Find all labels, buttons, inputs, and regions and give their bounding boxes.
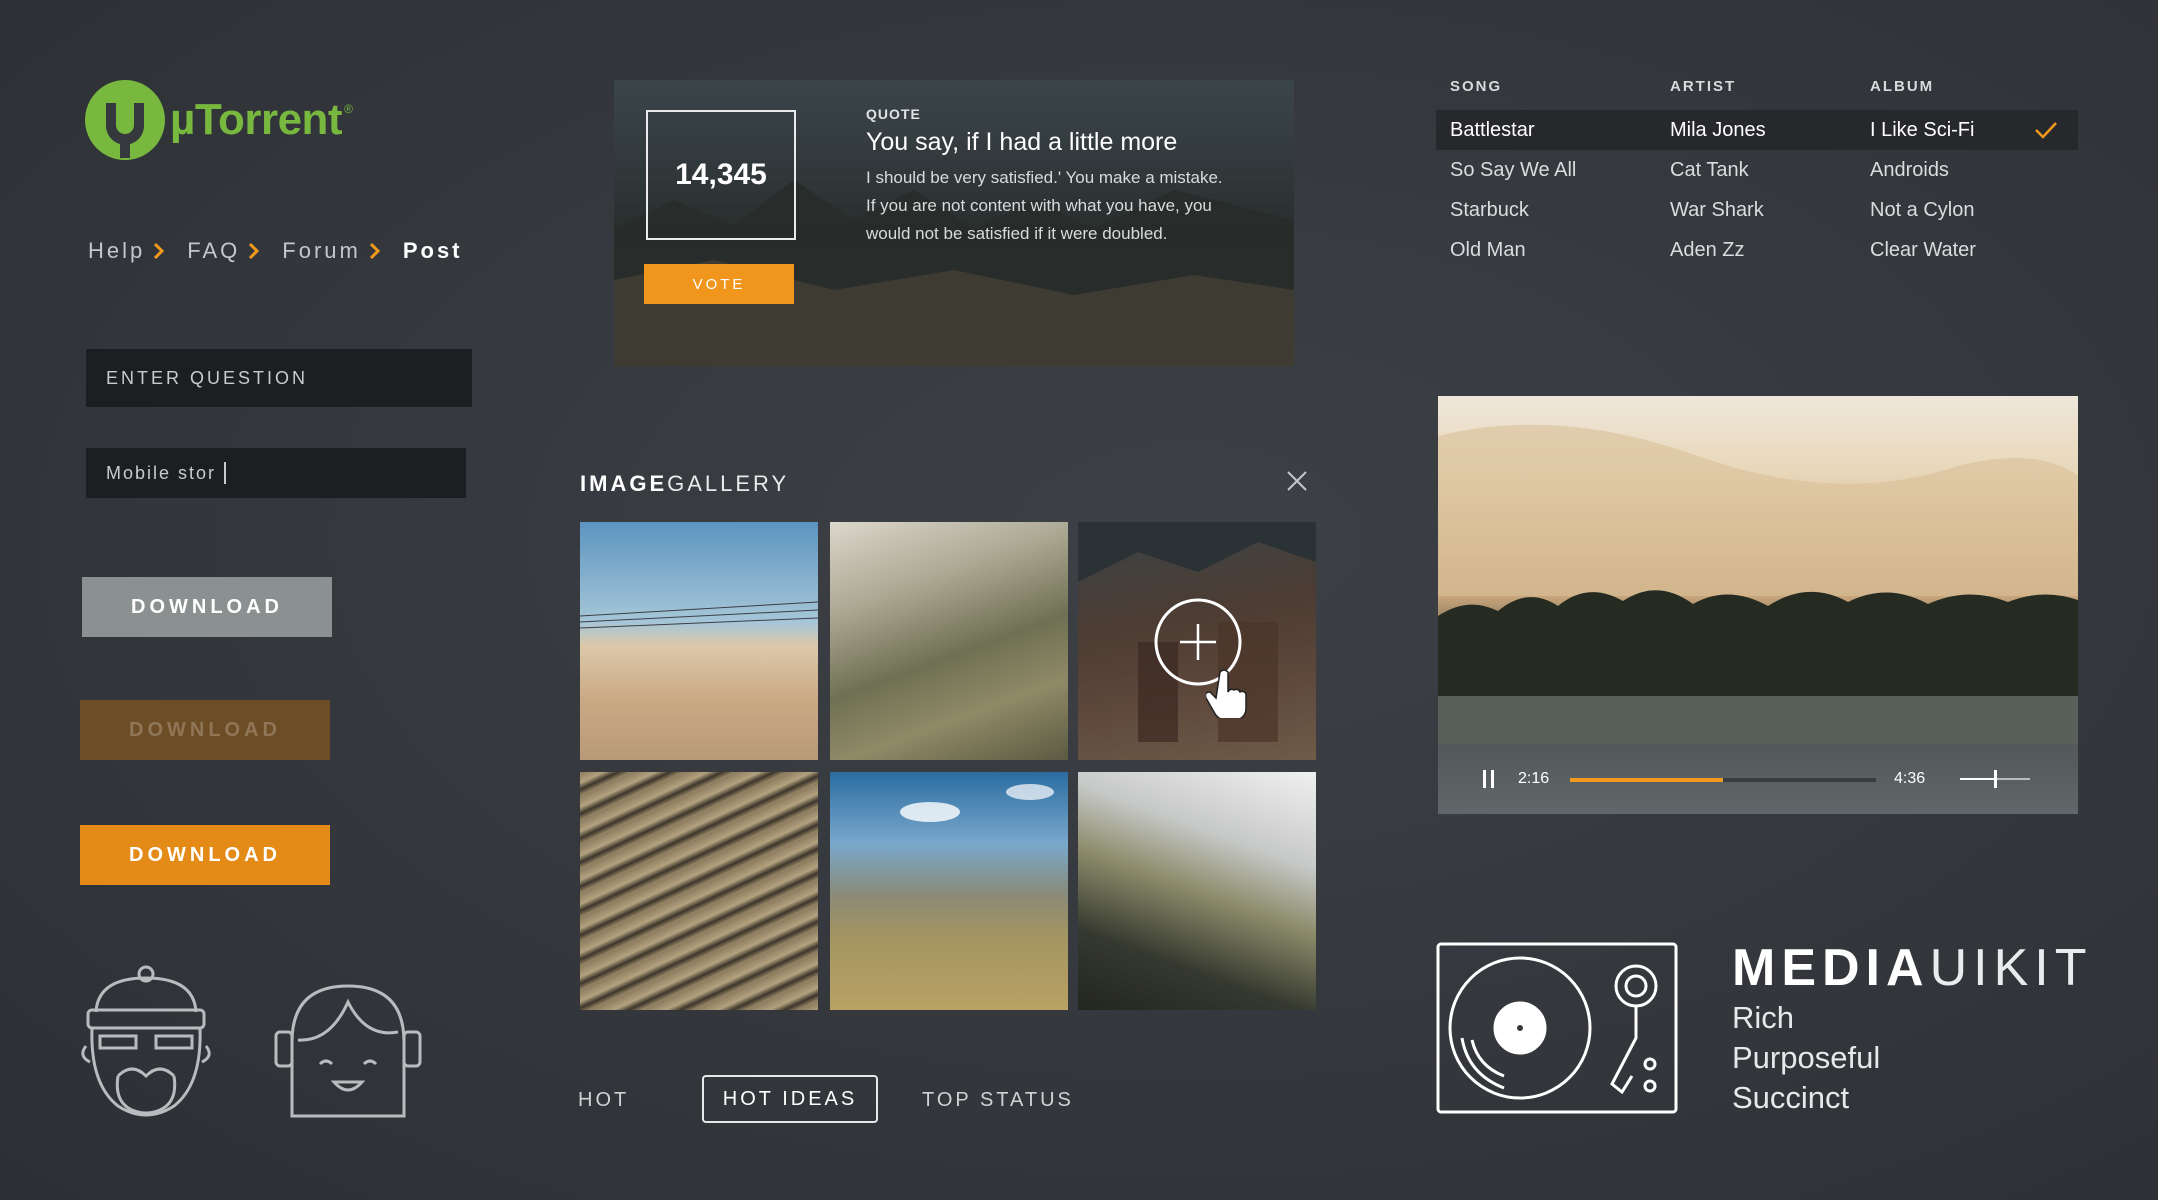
breadcrumb-post: Post bbox=[402, 238, 463, 263]
utorrent-logo-icon bbox=[85, 80, 165, 160]
hand-pointer-icon bbox=[1206, 669, 1247, 718]
total-time: 4:36 bbox=[1894, 770, 1926, 787]
artist-cell: Mila Jones bbox=[1670, 119, 1766, 141]
video-player[interactable]: 2:16 4:36 bbox=[1438, 396, 2078, 814]
kit-title-light: UIKIT bbox=[1929, 939, 2093, 997]
clouds-graphic bbox=[900, 784, 1054, 822]
download-button-primary[interactable]: DOWNLOAD bbox=[80, 825, 330, 885]
utorrent-logo: µTorrent ® bbox=[84, 78, 364, 162]
text-caret bbox=[224, 462, 227, 484]
oasis-video-frame bbox=[1438, 424, 2078, 744]
quote-body: I should be very satisfied.' You make a … bbox=[866, 168, 1223, 243]
question-input[interactable]: ENTER QUESTION bbox=[86, 349, 472, 407]
breadcrumb: Help FAQ Forum Post bbox=[88, 238, 463, 264]
gallery-thumbnail[interactable] bbox=[1078, 772, 1316, 1010]
power-lines-graphic bbox=[580, 601, 818, 629]
table-row[interactable]: Battlestar Mila Jones I Like Sci-Fi bbox=[1436, 110, 2078, 150]
table-row[interactable]: Old Man Aden Zz Clear Water bbox=[1436, 230, 2078, 270]
gallery-thumbnail[interactable] bbox=[830, 522, 1068, 760]
chevron-right-icon bbox=[154, 242, 165, 260]
column-header-artist[interactable]: ARTIST bbox=[1670, 78, 1736, 95]
gallery-title: IMAGEGALLERY bbox=[580, 471, 789, 497]
vote-count: 14,345 bbox=[646, 110, 796, 240]
column-header-album[interactable]: ALBUM bbox=[1870, 78, 1934, 95]
breadcrumb-help[interactable]: Help bbox=[88, 238, 145, 264]
gallery-thumbnail[interactable] bbox=[580, 772, 818, 1010]
artist-cell: Aden Zz bbox=[1670, 239, 1745, 261]
table-row[interactable]: Starbuck War Shark Not a Cylon bbox=[1436, 190, 2078, 230]
mobile-input-value: Mobile stor bbox=[106, 462, 217, 483]
chevron-right-icon bbox=[369, 242, 380, 260]
song-cell: Battlestar bbox=[1450, 119, 1535, 141]
tagline-purposeful: Purposeful bbox=[1732, 1040, 1881, 1075]
song-cell: Starbuck bbox=[1450, 199, 1529, 221]
old-man-avatar-icon bbox=[81, 965, 211, 1117]
song-cell: So Say We All bbox=[1450, 159, 1577, 181]
breadcrumb-faq[interactable]: FAQ bbox=[187, 238, 240, 264]
girl-headphones-avatar-icon bbox=[274, 984, 422, 1118]
column-header-song[interactable]: SONG bbox=[1450, 78, 1502, 95]
album-cell: Not a Cylon bbox=[1870, 199, 1975, 221]
song-cell: Old Man bbox=[1450, 239, 1526, 261]
video-controls: 2:16 4:36 bbox=[1438, 744, 2078, 814]
artist-cell: War Shark bbox=[1670, 199, 1764, 221]
progress-bar[interactable] bbox=[1570, 778, 1876, 782]
download-button-default[interactable]: DOWNLOAD bbox=[82, 577, 332, 637]
gallery-title-light: GALLERY bbox=[667, 471, 790, 496]
tagline-rich: Rich bbox=[1732, 1000, 1795, 1035]
album-cell: I Like Sci-Fi bbox=[1870, 119, 1975, 141]
tab-hot-ideas[interactable]: HOT IDEAS bbox=[702, 1075, 878, 1123]
table-row[interactable]: So Say We All Cat Tank Androids bbox=[1436, 150, 2078, 190]
album-cell: Clear Water bbox=[1870, 239, 1976, 261]
brand-registered-mark: ® bbox=[344, 102, 353, 116]
gallery-thumbnail[interactable] bbox=[830, 772, 1068, 1010]
download-button-disabled[interactable]: DOWNLOAD bbox=[80, 700, 330, 760]
album-cell: Androids bbox=[1870, 159, 1949, 181]
question-input-placeholder: ENTER QUESTION bbox=[106, 367, 309, 388]
tagline-succinct: Succinct bbox=[1732, 1080, 1850, 1115]
volume-handle[interactable] bbox=[1994, 770, 1997, 788]
brand-name: µTorrent bbox=[170, 95, 343, 144]
mobile-search-input[interactable]: Mobile stor bbox=[86, 448, 466, 498]
turntable-icon bbox=[1436, 942, 1678, 1114]
close-icon[interactable] bbox=[1286, 470, 1308, 492]
tab-top-status[interactable]: TOP STATUS bbox=[922, 1080, 1074, 1120]
current-time: 2:16 bbox=[1518, 770, 1550, 787]
vote-button[interactable]: VOTE bbox=[644, 264, 794, 304]
progress-fill bbox=[1570, 778, 1723, 782]
pause-icon[interactable] bbox=[1482, 770, 1496, 788]
artist-cell: Cat Tank bbox=[1670, 159, 1749, 181]
kit-title: MEDIAUIKIT bbox=[1732, 938, 2092, 998]
tab-hot[interactable]: HOT bbox=[578, 1080, 629, 1120]
quote-card: 14,345 VOTE QUOTE You say, if I had a li… bbox=[614, 80, 1294, 366]
gallery-title-bold: IMAGE bbox=[580, 471, 668, 496]
kit-title-bold: MEDIA bbox=[1732, 939, 1930, 997]
gallery-thumbnail[interactable] bbox=[580, 522, 818, 760]
volume-fill bbox=[1960, 778, 1995, 780]
quote-title: You say, if I had a little more bbox=[866, 128, 1178, 156]
breadcrumb-forum[interactable]: Forum bbox=[282, 238, 361, 264]
chevron-right-icon bbox=[249, 242, 260, 260]
checkmark-icon bbox=[2035, 122, 2057, 139]
quote-label: QUOTE bbox=[866, 106, 921, 122]
